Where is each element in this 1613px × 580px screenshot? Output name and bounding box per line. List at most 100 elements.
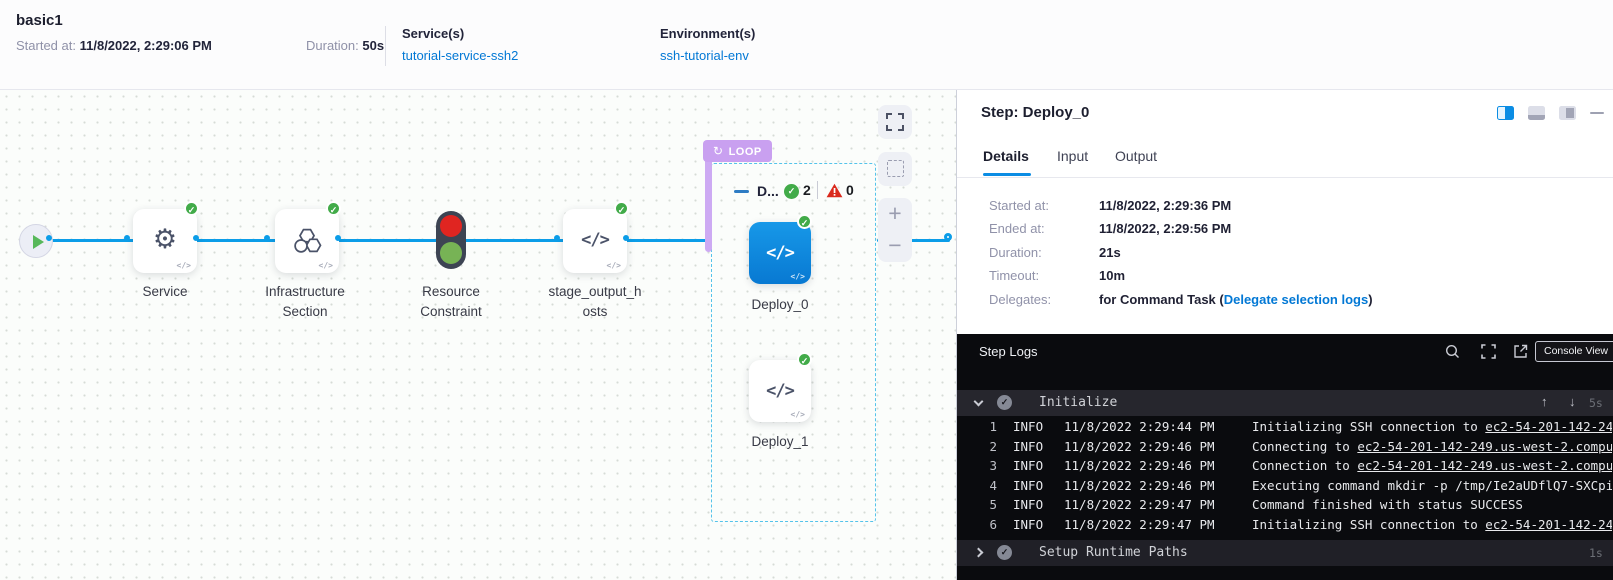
code-corner-icon: </> <box>177 261 191 270</box>
log-time: 11/8/2022 2:29:46 PM <box>1064 439 1215 454</box>
detail-row: Ended at: 11/8/2022, 2:29:56 PM <box>957 221 1613 245</box>
section-name: Setup Runtime Paths <box>1039 545 1188 560</box>
port <box>335 235 341 241</box>
host-link[interactable]: ec2-54-201-142-249.us-west-2.compute.ama… <box>1485 419 1612 434</box>
matrix-failure-icon <box>826 183 843 198</box>
code-corner-icon: </> <box>791 410 805 419</box>
detail-value: 11/8/2022, 2:29:56 PM <box>1099 221 1231 236</box>
tab-details[interactable]: Details <box>983 148 1029 164</box>
log-level: INFO <box>1013 458 1043 473</box>
detail-label: Started at: <box>989 198 1049 213</box>
chevron-down-icon[interactable] <box>974 397 984 407</box>
log-message: Executing command mkdir -p /tmp/Ie2aUDfl… <box>1252 478 1612 493</box>
node-stage-output-hosts[interactable]: </> </> <box>563 209 627 273</box>
pipeline-canvas[interactable]: </> Service </> Infrastructure Section R… <box>0 90 956 580</box>
started-label: Started at: <box>16 38 76 53</box>
duration: Duration: 50s <box>306 38 384 53</box>
log-level: INFO <box>1013 517 1043 532</box>
log-message: Initializing SSH connection to ec2-54-20… <box>1252 419 1612 434</box>
node-deploy-1[interactable]: </> </> <box>749 360 811 422</box>
node-deploy-0[interactable]: </> </> <box>749 222 811 284</box>
port <box>193 235 199 241</box>
delegates-prefix: for Command Task ( <box>1099 292 1224 307</box>
zoom-in-button[interactable]: + <box>878 198 912 230</box>
infrastructure-icon <box>289 227 325 254</box>
detail-row: Started at: 11/8/2022, 2:29:36 PM <box>957 198 1613 222</box>
log-line: 6 INFO 11/8/2022 2:29:47 PM Initializing… <box>957 517 1613 537</box>
log-line: 1 INFO 11/8/2022 2:29:44 PM Initializing… <box>957 419 1613 439</box>
log-line: 5 INFO 11/8/2022 2:29:47 PM Command fini… <box>957 497 1613 517</box>
delegate-selection-logs-link[interactable]: Delegate selection logs <box>1224 292 1369 307</box>
log-time: 11/8/2022 2:29:44 PM <box>1064 419 1215 434</box>
scroll-down-icon[interactable]: ↓ <box>1569 394 1576 409</box>
node-infrastructure[interactable]: </> <box>275 209 339 273</box>
log-text: Connecting to <box>1252 439 1357 454</box>
tab-output[interactable]: Output <box>1115 148 1157 164</box>
code-corner-icon: </> <box>791 272 805 281</box>
port <box>554 235 560 241</box>
host-link[interactable]: ec2-54-201-142-249.us-west-2.compute.ama… <box>1357 458 1612 473</box>
log-time: 11/8/2022 2:29:47 PM <box>1064 497 1215 512</box>
detail-value: for Command Task (Delegate selection log… <box>1099 292 1373 307</box>
resource-constraint-icon[interactable] <box>436 211 466 269</box>
host-link[interactable]: ec2-54-201-142-249.us-west-2.compute.ama… <box>1485 517 1612 532</box>
bottom-pane-icon[interactable] <box>1528 106 1545 120</box>
code-corner-icon: </> <box>607 261 621 270</box>
log-message: Initializing SSH connection to ec2-54-20… <box>1252 517 1612 532</box>
detail-label: Ended at: <box>989 221 1045 236</box>
environment-link[interactable]: ssh-tutorial-env <box>660 48 749 63</box>
success-badge-icon <box>797 214 812 229</box>
fit-to-screen-button[interactable] <box>878 105 912 139</box>
log-text: Initializing SSH connection to <box>1252 419 1485 434</box>
node-label-deploy-1: Deploy_1 <box>720 432 840 452</box>
header-divider <box>385 26 386 66</box>
log-time: 11/8/2022 2:29:46 PM <box>1064 458 1215 473</box>
fullscreen-icon <box>886 113 904 131</box>
line-number: 6 <box>967 517 997 532</box>
search-icon[interactable] <box>1445 344 1460 359</box>
host-link[interactable]: ec2-54-201-142-249.us-west-2.compute.ama… <box>1357 439 1612 454</box>
split-view-icon[interactable] <box>1497 106 1514 120</box>
start-node[interactable] <box>19 224 53 258</box>
line-number: 3 <box>967 458 997 473</box>
matrix-success-count: 2 <box>803 182 811 198</box>
minimize-icon[interactable] <box>1590 112 1604 115</box>
matrix-failure-count: 0 <box>846 182 854 198</box>
right-pane-icon[interactable] <box>1559 106 1576 120</box>
service-link[interactable]: tutorial-service-ssh2 <box>402 48 518 63</box>
console-view-button[interactable]: Console View <box>1535 341 1613 362</box>
detail-row: Duration: 21s <box>957 245 1613 269</box>
log-section-initialize[interactable]: Initialize ↑ ↓ 5s <box>957 390 1613 416</box>
active-tab-indicator <box>983 173 1031 176</box>
zoom-out-button[interactable]: − <box>878 230 912 262</box>
open-in-new-icon[interactable] <box>1513 344 1528 359</box>
expand-logs-icon[interactable] <box>1481 344 1496 359</box>
matrix-collapse-toggle[interactable] <box>734 190 749 193</box>
success-badge-icon <box>797 352 812 367</box>
chevron-right-icon[interactable] <box>974 548 984 558</box>
traffic-green <box>440 242 462 264</box>
log-section-setup-runtime-paths[interactable]: Setup Runtime Paths 1s <box>957 540 1613 566</box>
section-success-icon <box>997 545 1012 560</box>
tab-input[interactable]: Input <box>1057 148 1088 164</box>
node-label-resource-constraint: Resource Constraint <box>411 282 491 323</box>
services-label: Service(s) <box>402 26 464 41</box>
step-logs-title: Step Logs <box>979 344 1038 359</box>
detail-value: 11/8/2022, 2:29:36 PM <box>1099 198 1231 213</box>
scroll-up-icon[interactable]: ↑ <box>1541 394 1548 409</box>
matrix-divider <box>817 181 818 199</box>
started-value: 11/8/2022, 2:29:06 PM <box>80 38 212 53</box>
node-label-service: Service <box>95 282 235 302</box>
log-message: Connecting to ec2-54-201-142-249.us-west… <box>1252 439 1612 454</box>
zoom-controls: + − <box>878 198 912 262</box>
detail-label: Duration: <box>989 245 1042 260</box>
log-line: 3 INFO 11/8/2022 2:29:46 PM Connection t… <box>957 458 1613 478</box>
log-text: Executing command mkdir -p /tmp/Ie2aUDfl… <box>1252 478 1612 493</box>
node-service[interactable]: </> <box>133 209 197 273</box>
success-badge-icon <box>326 201 341 216</box>
execution-header: basic1 Started at: 11/8/2022, 2:29:06 PM… <box>0 0 1613 90</box>
node-label-stage-output-hosts: stage_output_hosts <box>545 282 645 323</box>
flow-endpoint <box>944 233 952 241</box>
log-level: INFO <box>1013 439 1043 454</box>
marquee-select-button[interactable] <box>878 152 912 186</box>
